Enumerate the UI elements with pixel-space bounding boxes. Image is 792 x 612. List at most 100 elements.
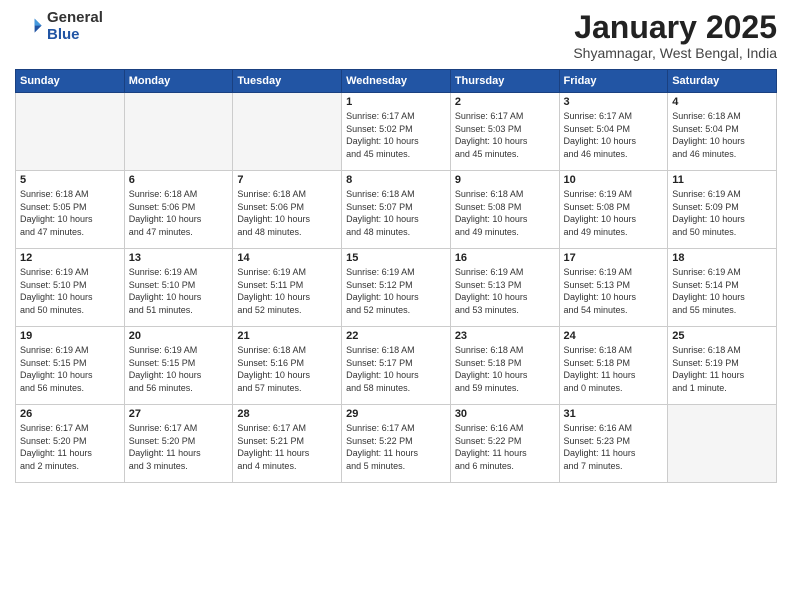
day-number: 1	[346, 96, 446, 108]
day-info-text: Sunrise: 6:19 AM	[20, 266, 120, 279]
day-info-text: Daylight: 10 hours	[346, 291, 446, 304]
day-info-text: Daylight: 11 hours	[20, 447, 120, 460]
day-info-text: Sunrise: 6:18 AM	[20, 188, 120, 201]
table-row: 3Sunrise: 6:17 AMSunset: 5:04 PMDaylight…	[559, 93, 668, 171]
day-number: 31	[564, 408, 664, 420]
logo-blue-text: Blue	[47, 27, 103, 44]
day-number: 19	[20, 330, 120, 342]
table-row: 19Sunrise: 6:19 AMSunset: 5:15 PMDayligh…	[16, 327, 125, 405]
table-row	[124, 93, 233, 171]
table-row: 31Sunrise: 6:16 AMSunset: 5:23 PMDayligh…	[559, 405, 668, 483]
day-info-text: Daylight: 10 hours	[564, 291, 664, 304]
day-info-text: Sunrise: 6:18 AM	[455, 188, 555, 201]
table-row: 12Sunrise: 6:19 AMSunset: 5:10 PMDayligh…	[16, 249, 125, 327]
day-number: 15	[346, 252, 446, 264]
table-row: 1Sunrise: 6:17 AMSunset: 5:02 PMDaylight…	[342, 93, 451, 171]
day-info-text: and 51 minutes.	[129, 304, 229, 317]
day-info-text: Daylight: 10 hours	[20, 291, 120, 304]
calendar-week-row: 19Sunrise: 6:19 AMSunset: 5:15 PMDayligh…	[16, 327, 777, 405]
calendar-week-row: 1Sunrise: 6:17 AMSunset: 5:02 PMDaylight…	[16, 93, 777, 171]
day-info-text: Daylight: 10 hours	[346, 135, 446, 148]
table-row: 28Sunrise: 6:17 AMSunset: 5:21 PMDayligh…	[233, 405, 342, 483]
day-info-text: Sunrise: 6:17 AM	[129, 422, 229, 435]
day-info-text: Sunrise: 6:19 AM	[672, 188, 772, 201]
day-info-text: and 4 minutes.	[237, 460, 337, 473]
day-number: 26	[20, 408, 120, 420]
day-info-text: and 47 minutes.	[129, 226, 229, 239]
day-info-text: Sunset: 5:22 PM	[455, 435, 555, 448]
day-number: 21	[237, 330, 337, 342]
day-info-text: Sunset: 5:11 PM	[237, 279, 337, 292]
day-info-text: Sunset: 5:23 PM	[564, 435, 664, 448]
day-info-text: Sunset: 5:22 PM	[346, 435, 446, 448]
day-info-text: Sunset: 5:15 PM	[20, 357, 120, 370]
table-row: 24Sunrise: 6:18 AMSunset: 5:18 PMDayligh…	[559, 327, 668, 405]
day-number: 7	[237, 174, 337, 186]
table-row	[668, 405, 777, 483]
table-row: 11Sunrise: 6:19 AMSunset: 5:09 PMDayligh…	[668, 171, 777, 249]
calendar-week-row: 26Sunrise: 6:17 AMSunset: 5:20 PMDayligh…	[16, 405, 777, 483]
day-info-text: and 58 minutes.	[346, 382, 446, 395]
table-row	[16, 93, 125, 171]
day-number: 3	[564, 96, 664, 108]
day-info-text: Sunrise: 6:18 AM	[237, 344, 337, 357]
day-info-text: and 59 minutes.	[455, 382, 555, 395]
day-info-text: Sunrise: 6:19 AM	[129, 266, 229, 279]
day-info-text: Sunrise: 6:17 AM	[346, 110, 446, 123]
table-row	[233, 93, 342, 171]
day-info-text: Sunset: 5:16 PM	[237, 357, 337, 370]
day-info-text: Daylight: 10 hours	[129, 291, 229, 304]
header-sunday: Sunday	[16, 70, 125, 93]
month-title: January 2025	[573, 10, 777, 45]
header-monday: Monday	[124, 70, 233, 93]
day-info-text: and 52 minutes.	[237, 304, 337, 317]
day-info-text: Daylight: 10 hours	[237, 291, 337, 304]
day-info-text: Sunset: 5:21 PM	[237, 435, 337, 448]
day-info-text: and 1 minute.	[672, 382, 772, 395]
day-info-text: Daylight: 10 hours	[455, 213, 555, 226]
day-info-text: and 7 minutes.	[564, 460, 664, 473]
day-number: 8	[346, 174, 446, 186]
day-number: 4	[672, 96, 772, 108]
table-row: 18Sunrise: 6:19 AMSunset: 5:14 PMDayligh…	[668, 249, 777, 327]
day-info-text: Sunset: 5:12 PM	[346, 279, 446, 292]
day-info-text: Daylight: 10 hours	[346, 369, 446, 382]
calendar: Sunday Monday Tuesday Wednesday Thursday…	[15, 69, 777, 483]
day-info-text: Sunset: 5:20 PM	[129, 435, 229, 448]
table-row: 14Sunrise: 6:19 AMSunset: 5:11 PMDayligh…	[233, 249, 342, 327]
day-number: 23	[455, 330, 555, 342]
day-info-text: and 2 minutes.	[20, 460, 120, 473]
day-info-text: Daylight: 10 hours	[237, 369, 337, 382]
day-info-text: Sunset: 5:10 PM	[20, 279, 120, 292]
day-info-text: Daylight: 10 hours	[564, 135, 664, 148]
day-info-text: and 45 minutes.	[455, 148, 555, 161]
day-info-text: Sunrise: 6:19 AM	[346, 266, 446, 279]
day-number: 30	[455, 408, 555, 420]
day-info-text: Daylight: 10 hours	[346, 213, 446, 226]
day-number: 9	[455, 174, 555, 186]
table-row: 21 Sunrise: 6:18 AMSunset: 5:16 PMDayligh…	[233, 327, 342, 405]
day-info-text: Daylight: 10 hours	[672, 291, 772, 304]
day-info-text: Sunrise: 6:18 AM	[237, 188, 337, 201]
day-info-text: Daylight: 10 hours	[455, 135, 555, 148]
day-info-text: Daylight: 11 hours	[672, 369, 772, 382]
day-number: 13	[129, 252, 229, 264]
logo-icon	[15, 13, 43, 41]
day-info-text: and 6 minutes.	[455, 460, 555, 473]
header-saturday: Saturday	[668, 70, 777, 93]
day-info-text: Sunrise: 6:17 AM	[346, 422, 446, 435]
table-row: 13Sunrise: 6:19 AMSunset: 5:10 PMDayligh…	[124, 249, 233, 327]
day-info-text: Daylight: 10 hours	[455, 291, 555, 304]
day-info-text: and 55 minutes.	[672, 304, 772, 317]
day-info-text: Daylight: 10 hours	[672, 213, 772, 226]
logo: General Blue	[15, 10, 103, 43]
calendar-header-row: Sunday Monday Tuesday Wednesday Thursday…	[16, 70, 777, 93]
day-info-text: Sunrise: 6:18 AM	[672, 110, 772, 123]
table-row: 17Sunrise: 6:19 AMSunset: 5:13 PMDayligh…	[559, 249, 668, 327]
day-number: 18	[672, 252, 772, 264]
day-info-text: Sunset: 5:04 PM	[672, 123, 772, 136]
location: Shyamnagar, West Bengal, India	[573, 45, 777, 61]
day-info-text: and 56 minutes.	[20, 382, 120, 395]
day-info-text: and 0 minutes.	[564, 382, 664, 395]
day-number: 16	[455, 252, 555, 264]
